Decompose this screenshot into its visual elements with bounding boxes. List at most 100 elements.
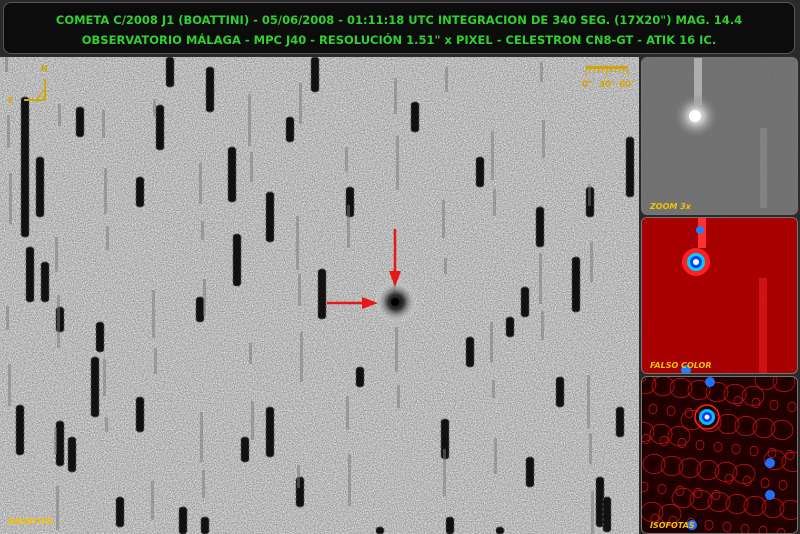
star-field xyxy=(0,57,639,534)
negative-label: NEGATIVO xyxy=(8,517,54,526)
zoom-panel: ZOOM 3x xyxy=(641,57,798,215)
star-trail xyxy=(505,316,515,338)
isophotes-label: ISOFOTAS xyxy=(650,521,695,530)
faint-star-trail xyxy=(58,104,61,126)
star-trail xyxy=(555,376,565,408)
star-trail xyxy=(475,156,485,188)
star-trail xyxy=(165,57,175,88)
false-color-label: FALSO COLOR xyxy=(650,361,712,370)
star-trail xyxy=(615,406,625,438)
faint-star-trail xyxy=(348,454,351,506)
faint-star-trail xyxy=(300,332,303,382)
faint-star-trail xyxy=(299,83,302,124)
faint-star-trail xyxy=(588,184,591,206)
faint-star-trail xyxy=(590,242,593,282)
faint-star-trail xyxy=(443,449,446,496)
faint-star-trail xyxy=(494,438,497,474)
false-color-image xyxy=(642,218,797,373)
star-trail xyxy=(317,268,327,320)
faint-star-trail xyxy=(296,216,299,270)
star-trail xyxy=(520,286,530,318)
star-trail xyxy=(205,66,215,113)
star-trail xyxy=(20,96,30,238)
faint-star-trail xyxy=(8,364,11,406)
faint-star-trail xyxy=(57,295,60,348)
faint-star-trail xyxy=(54,428,57,454)
faint-star-trail xyxy=(442,200,445,238)
isophotes-panel: ISOFOTAS xyxy=(641,376,798,534)
compass-east-label: E xyxy=(8,96,14,105)
faint-star-trail xyxy=(444,258,447,274)
star-trail xyxy=(67,436,77,473)
faint-star-trail xyxy=(347,205,350,248)
star-trail xyxy=(135,396,145,433)
faint-star-trail xyxy=(540,62,543,82)
faint-star-trail xyxy=(102,110,105,138)
faint-star-trail xyxy=(201,221,204,240)
faint-star-trail xyxy=(154,348,157,374)
scale-tick-label: 30" xyxy=(599,80,616,90)
scale-tick-label: 60" xyxy=(619,80,636,90)
comet-nucleus xyxy=(391,298,399,306)
star-trail xyxy=(240,436,250,463)
star-trail xyxy=(495,526,505,534)
faint-star-trail xyxy=(493,189,496,216)
title-line-2: OBSERVATORIO MÁLAGA - MPC J40 - RESOLUCI… xyxy=(81,33,717,47)
star-trail xyxy=(535,206,545,248)
faint-star-trail xyxy=(153,99,156,116)
zoom-label: ZOOM 3x xyxy=(650,202,691,211)
faint-star-trail xyxy=(395,327,398,372)
star-trail xyxy=(265,191,275,243)
star-trail xyxy=(90,356,100,418)
star-trail xyxy=(35,156,45,218)
faint-star-trail xyxy=(199,163,202,204)
faint-star-trail xyxy=(103,359,106,396)
star-trail xyxy=(232,233,242,287)
star-trail xyxy=(195,296,205,323)
faint-star-trail xyxy=(9,173,12,224)
star-trail xyxy=(602,496,612,533)
faint-star-trail xyxy=(202,470,205,498)
faint-star-trail xyxy=(106,226,109,250)
faint-star-trail xyxy=(490,322,493,362)
faint-star-trail xyxy=(492,380,495,398)
star-trail xyxy=(95,321,105,353)
faint-star-trail xyxy=(491,131,494,180)
faint-star-trail xyxy=(542,120,545,158)
faint-star-trail xyxy=(298,274,301,306)
star-trail xyxy=(200,516,210,534)
faint-star-trail xyxy=(250,152,253,182)
faint-star-trail xyxy=(396,136,399,190)
faint-star-trail xyxy=(151,481,154,520)
faint-star-trail xyxy=(152,290,155,338)
star-trail xyxy=(310,57,320,93)
star-trail xyxy=(410,101,420,133)
star-trail xyxy=(525,456,535,488)
star-trail xyxy=(445,516,455,534)
negative-image: NEGATIVO xyxy=(0,57,639,534)
star-trail xyxy=(155,104,165,151)
faint-star-trail xyxy=(587,375,590,428)
star-trail xyxy=(465,336,475,368)
faint-star-trail xyxy=(297,465,300,488)
faint-star-trail xyxy=(248,94,251,146)
faint-star-trail xyxy=(445,67,448,92)
faint-star-trail xyxy=(345,147,348,172)
star-trail xyxy=(25,246,35,303)
star-trail xyxy=(40,261,50,303)
faint-star-trail xyxy=(56,486,59,530)
compass-north-label: N xyxy=(41,64,48,73)
false-color-panel: FALSO COLOR xyxy=(641,217,798,374)
faint-star-trail xyxy=(55,237,58,272)
star-trail xyxy=(55,420,65,467)
scale-tick-label: 0" xyxy=(582,80,593,90)
faint-star-trail xyxy=(104,168,107,214)
star-trail xyxy=(75,106,85,138)
faint-star-trail xyxy=(6,306,9,330)
faint-star-trail xyxy=(591,491,594,534)
isophotes-image xyxy=(642,377,797,533)
star-trail xyxy=(135,176,145,208)
faint-star-trail xyxy=(249,343,252,364)
star-trail xyxy=(227,146,237,203)
faint-star-trail xyxy=(394,78,397,114)
